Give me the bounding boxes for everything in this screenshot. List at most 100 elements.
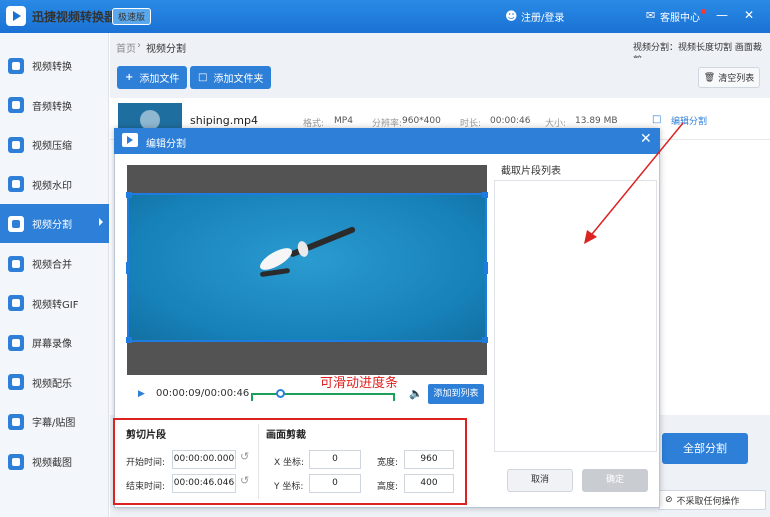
reset-end-icon[interactable]: ↺ [240, 474, 249, 487]
play-button[interactable]: ▶ [138, 389, 145, 399]
app-logo-icon [6, 6, 26, 26]
sidebar-item-label: 视频合并 [32, 260, 72, 271]
after-action-select[interactable]: ⊘ 不采取任何操作 [658, 490, 766, 510]
slider-end-marker[interactable] [393, 393, 395, 401]
add-to-list-button[interactable]: 添加到列表 [428, 384, 484, 404]
user-icon[interactable]: ☻ [505, 9, 519, 23]
sidebar-item-8[interactable]: 屏幕录像 [0, 323, 109, 362]
sidebar-item-label: 视频分割 [32, 220, 72, 232]
sidebar-item-label: 字幕/贴图 [32, 418, 76, 430]
clip-list-title: 截取片段列表 [501, 166, 561, 177]
sidebar-item-5[interactable]: 视频分割 [0, 204, 109, 244]
no-action-icon: ⊘ [665, 495, 673, 505]
width-input[interactable]: 960 [404, 450, 454, 469]
sidebar-item-6[interactable]: 视频合并 [0, 244, 109, 283]
slider-annotation: 可滑动进度条 [320, 376, 399, 391]
start-time-label: 开始时间: [126, 458, 166, 468]
video-convert-icon [8, 57, 24, 74]
chat-icon[interactable]: ✉ [646, 9, 655, 22]
crop-handle[interactable] [126, 192, 132, 198]
screenshot-icon [8, 453, 24, 470]
sidebar-item-label: 视频配乐 [32, 378, 72, 390]
y-coord-input[interactable]: 0 [309, 474, 361, 493]
dialog-title: 编辑分割 [146, 139, 186, 150]
breadcrumb-current: 视频分割 [146, 44, 186, 55]
crop-handle[interactable] [126, 262, 130, 274]
crop-selection-box[interactable] [126, 192, 488, 343]
x-coord-label: X 坐标: [274, 458, 305, 468]
video-camera-icon [122, 133, 138, 147]
sidebar-item-label: 视频转GIF [32, 299, 79, 311]
clear-list-label: 清空列表 [718, 74, 755, 84]
end-time-label: 结束时间: [126, 482, 166, 492]
sidebar-item-4[interactable]: 视频水印 [0, 165, 109, 204]
sidebar-item-label: 视频水印 [32, 180, 72, 192]
sidebar-item-label: 视频压缩 [32, 141, 72, 153]
breadcrumb-home[interactable]: 首页 [116, 40, 136, 55]
file-name: shiping.mp4 [190, 114, 258, 127]
add-file-label: 添加文件 [139, 74, 180, 85]
progress-slider[interactable] [251, 393, 395, 395]
sidebar-item-label: 视频转换 [32, 62, 72, 73]
screen-record-icon [8, 334, 24, 351]
clear-list-button[interactable]: 🗑 清空列表 [698, 67, 760, 88]
duration-value: 00:00:46 [490, 116, 531, 126]
music-icon [8, 374, 24, 391]
audio-convert-icon [8, 97, 24, 114]
slider-start-marker[interactable] [251, 393, 253, 401]
edition-badge: 极速版 [112, 8, 152, 25]
cancel-button[interactable]: 取消 [507, 469, 573, 492]
sidebar-item-1[interactable]: 视频转换 [0, 46, 109, 85]
x-coord-input[interactable]: 0 [309, 450, 361, 469]
watermark-icon [8, 176, 24, 193]
sidebar-item-9[interactable]: 视频配乐 [0, 363, 109, 402]
plus-icon: + [125, 72, 134, 83]
height-label: 高度: [377, 482, 399, 492]
notification-dot [701, 9, 706, 14]
sidebar-item-label: 屏幕录像 [32, 339, 72, 351]
video-compress-icon [8, 136, 24, 153]
volume-icon[interactable]: 🔈 [409, 387, 423, 400]
chevron-right-icon [99, 218, 103, 227]
service-center-link[interactable]: 客服中心 [660, 9, 700, 24]
playback-time: 00:00:09/00:00:46 [156, 388, 250, 399]
crop-handle[interactable] [482, 337, 488, 343]
clip-section-title: 剪切片段 [126, 430, 166, 441]
app-title: 迅捷视频转换器 [32, 10, 117, 24]
y-coord-label: Y 坐标: [274, 482, 304, 492]
split-all-button[interactable]: 全部分割 [662, 433, 748, 464]
video-split-icon [8, 215, 24, 232]
gif-icon [8, 295, 24, 312]
reset-start-icon[interactable]: ↺ [240, 450, 249, 463]
subtitle-icon [8, 413, 24, 430]
login-link[interactable]: 注册/登录 [521, 9, 564, 24]
slider-knob[interactable] [275, 389, 285, 398]
add-folder-button[interactable]: □ 添加文件夹 [190, 66, 272, 89]
start-time-input[interactable]: 00:00:00.000 [172, 450, 236, 469]
close-window-button[interactable]: ✕ [740, 6, 758, 24]
confirm-button[interactable]: 确定 [582, 469, 648, 492]
height-input[interactable]: 400 [404, 474, 454, 493]
sidebar-item-3[interactable]: 视频压缩 [0, 125, 109, 164]
breadcrumb-separator: › [137, 40, 141, 51]
sidebar-item-10[interactable]: 字幕/贴图 [0, 402, 109, 441]
sidebar-item-2[interactable]: 音频转换 [0, 86, 109, 125]
crop-handle[interactable] [126, 337, 132, 343]
video-merge-icon [8, 255, 24, 272]
format-value: MP4 [334, 116, 353, 126]
crop-handle[interactable] [482, 192, 488, 198]
add-file-button[interactable]: + 添加文件 [117, 66, 188, 89]
trash-icon: 🗑 [703, 72, 716, 83]
folder-icon: □ [198, 72, 208, 83]
after-action-value: 不采取任何操作 [676, 496, 740, 507]
resolution-value: 960*400 [402, 116, 441, 126]
section-divider [258, 424, 259, 499]
end-time-input[interactable]: 00:00:46.046 [172, 474, 236, 493]
crop-handle[interactable] [484, 262, 488, 274]
play-icon [140, 110, 160, 130]
sidebar-item-label: 视频截图 [32, 458, 72, 469]
minimize-button[interactable]: — [713, 6, 731, 24]
sidebar-item-7[interactable]: 视频转GIF [0, 284, 109, 323]
sidebar-item-11[interactable]: 视频截图 [0, 442, 109, 481]
annotation-arrow [584, 122, 684, 244]
